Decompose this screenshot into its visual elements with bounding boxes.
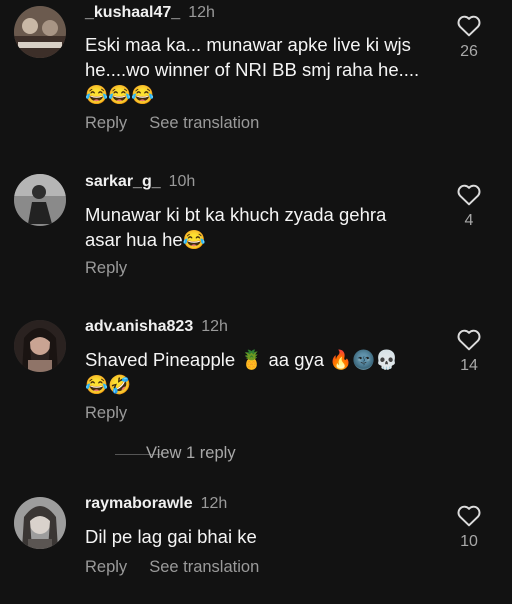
comment-header: adv.anisha823 12h [85, 317, 228, 337]
comment-header: raymaborawle 12h [85, 494, 227, 514]
like-group: 14 [452, 327, 486, 375]
username[interactable]: sarkar_g_ [85, 173, 161, 190]
comment-actions: Reply See translation [85, 558, 259, 577]
heart-outline-icon[interactable] [456, 13, 482, 37]
comment-text: Dil pe lag gai bhai ke [85, 526, 257, 547]
see-translation-button[interactable]: See translation [149, 114, 259, 132]
like-count: 10 [460, 533, 478, 550]
comment-text: Shaved Pineapple 🍍 aa gya 🔥🌚💀 😂🤣 [85, 349, 399, 395]
comment-header: _kushaal47_ 12h [85, 3, 215, 23]
heart-outline-icon[interactable] [456, 182, 482, 206]
timestamp: 12h [200, 495, 228, 512]
reply-button[interactable]: Reply [85, 404, 127, 422]
comment-actions: Reply See translation [85, 114, 259, 133]
like-count: 4 [464, 212, 474, 229]
username[interactable]: raymaborawle [85, 495, 193, 512]
see-translation-button[interactable]: See translation [149, 558, 259, 576]
comment-text: Eski maa ka... munawar apke live ki wjs … [85, 34, 420, 105]
comment-actions: Reply [85, 259, 127, 278]
comment-header: sarkar_g_ 10h [85, 172, 195, 192]
heart-outline-icon[interactable] [456, 503, 482, 527]
avatar[interactable] [14, 497, 66, 549]
comment-actions: Reply [85, 404, 127, 423]
avatar[interactable] [14, 6, 66, 58]
reply-button[interactable]: Reply [85, 558, 127, 576]
reply-button[interactable]: Reply [85, 259, 127, 277]
username[interactable]: _kushaal47_ [85, 4, 180, 21]
timestamp: 12h [188, 4, 215, 21]
like-count: 26 [460, 43, 478, 60]
like-count: 14 [460, 357, 478, 374]
view-replies-label[interactable]: View 1 reply [146, 444, 236, 463]
avatar[interactable] [14, 320, 66, 372]
timestamp: 10h [168, 173, 196, 190]
username[interactable]: adv.anisha823 [85, 318, 193, 335]
avatar[interactable] [14, 174, 66, 226]
comment-text: Munawar ki bt ka khuch zyada gehra asar … [85, 204, 387, 250]
reply-button[interactable]: Reply [85, 114, 127, 132]
timestamp: 12h [201, 318, 228, 335]
like-group: 4 [452, 182, 486, 230]
heart-outline-icon[interactable] [456, 327, 482, 351]
like-group: 10 [452, 503, 486, 551]
like-group: 26 [452, 13, 486, 61]
